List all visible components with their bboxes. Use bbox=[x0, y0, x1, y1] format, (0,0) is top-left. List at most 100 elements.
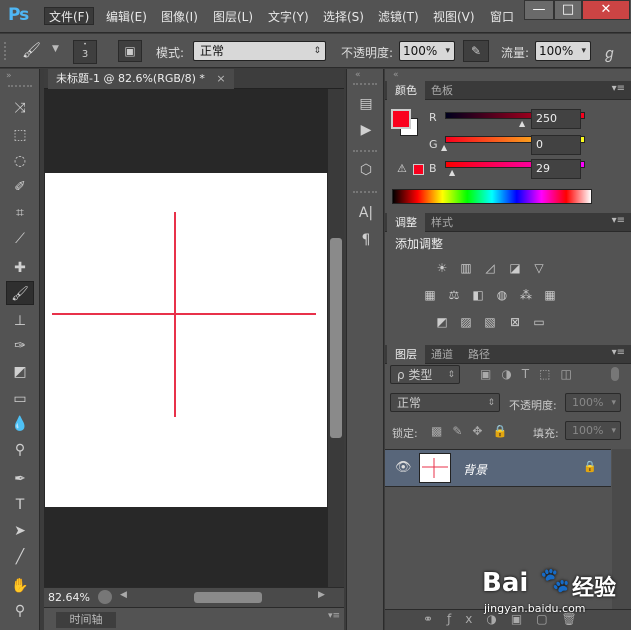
pen-tool-icon[interactable]: ✒ bbox=[6, 467, 34, 491]
maximize-button[interactable]: □ bbox=[554, 0, 582, 20]
zoom-tool-icon[interactable]: ⚲ bbox=[6, 599, 34, 623]
panel-menu-icon[interactable]: ▾≡ bbox=[612, 347, 625, 358]
history-brush-tool-icon[interactable]: ✑ bbox=[6, 334, 34, 358]
selective-color-icon[interactable]: ⊠ bbox=[506, 314, 524, 330]
3d-panel-icon[interactable]: ⬡ bbox=[352, 159, 380, 181]
tab-swatches[interactable]: 色板 bbox=[423, 81, 461, 100]
vibrance-icon[interactable]: ▽ bbox=[530, 260, 548, 276]
blur-tool-icon[interactable]: 💧 bbox=[6, 412, 34, 436]
menu-window[interactable]: 窗口 bbox=[490, 8, 514, 26]
menu-select[interactable]: 选择(S) bbox=[323, 8, 364, 26]
brush-tool-icon[interactable]: 🖌 bbox=[6, 281, 34, 305]
gamut-color-swatch[interactable] bbox=[413, 164, 424, 175]
paragraph-panel-icon[interactable]: ¶ bbox=[352, 229, 380, 251]
brush-size-picker[interactable]: • 3 bbox=[73, 40, 97, 64]
tab-adjustments[interactable]: 调整 bbox=[387, 213, 425, 232]
layer-name[interactable]: 背景 bbox=[463, 461, 487, 478]
canvas[interactable] bbox=[45, 173, 327, 507]
path-select-tool-icon[interactable]: ➤ bbox=[6, 519, 34, 543]
posterize-icon[interactable]: ▨ bbox=[457, 314, 475, 330]
lock-icons[interactable]: ▩✎✥🔒 bbox=[431, 424, 517, 438]
channel-mixer-icon[interactable]: ⁂ bbox=[517, 287, 535, 303]
layer-row[interactable]: 👁 背景 🔒 bbox=[385, 449, 611, 487]
menu-edit[interactable]: 编辑(E) bbox=[106, 8, 147, 26]
menu-type[interactable]: 文字(Y) bbox=[268, 8, 309, 26]
collapse-icon[interactable]: « bbox=[393, 70, 399, 80]
black-white-icon[interactable]: ◧ bbox=[469, 287, 487, 303]
crop-tool-icon[interactable]: ⌗ bbox=[6, 201, 34, 225]
color-lookup-icon[interactable]: ▦ bbox=[541, 287, 559, 303]
document-tab[interactable]: 未标题-1 @ 82.6%(RGB/8) * × bbox=[48, 69, 234, 89]
collapse-icon[interactable]: » bbox=[6, 71, 12, 81]
g-slider-thumb[interactable]: ▲ bbox=[441, 143, 447, 152]
gradient-tool-icon[interactable]: ▭ bbox=[6, 387, 34, 411]
collapse-icon[interactable]: « bbox=[355, 70, 361, 80]
tab-paths[interactable]: 路径 bbox=[460, 345, 498, 364]
curves-icon[interactable]: ◿ bbox=[481, 260, 499, 276]
tab-styles[interactable]: 样式 bbox=[423, 213, 461, 232]
hue-saturation-icon[interactable]: ▦ bbox=[421, 287, 439, 303]
photo-filter-icon[interactable]: ◍ bbox=[493, 287, 511, 303]
menu-file[interactable]: 文件(F) bbox=[44, 7, 95, 25]
marquee-tool-icon[interactable]: ⬚ bbox=[6, 123, 34, 147]
brightness-icon[interactable]: ☀ bbox=[433, 260, 451, 276]
scroll-left-icon[interactable]: ◀ bbox=[120, 590, 127, 600]
color-spectrum-ramp[interactable] bbox=[392, 189, 592, 204]
tab-channels[interactable]: 通道 bbox=[423, 345, 461, 364]
eye-icon[interactable]: 👁 bbox=[395, 460, 412, 475]
chevron-down-icon[interactable]: ▼ bbox=[52, 44, 59, 54]
pressure-opacity-icon[interactable]: ✎ bbox=[463, 40, 489, 62]
layer-opacity-input[interactable]: 100% ▾ bbox=[565, 393, 621, 412]
history-panel-icon[interactable]: ▤ bbox=[352, 93, 380, 115]
actions-panel-icon[interactable]: ▶ bbox=[352, 119, 380, 141]
tab-color[interactable]: 颜色 bbox=[387, 81, 425, 100]
brush-tool-icon[interactable]: 🖌 bbox=[22, 41, 41, 59]
status-info-icon[interactable] bbox=[98, 590, 112, 604]
foreground-color-swatch[interactable] bbox=[391, 109, 411, 129]
move-tool-icon[interactable]: ⤨ bbox=[6, 96, 34, 120]
invert-icon[interactable]: ◩ bbox=[433, 314, 451, 330]
b-input[interactable]: 29 bbox=[531, 159, 581, 179]
clone-stamp-tool-icon[interactable]: ⊥ bbox=[6, 309, 34, 333]
threshold-icon[interactable]: ▧ bbox=[481, 314, 499, 330]
dodge-tool-icon[interactable]: ⚲ bbox=[6, 438, 34, 462]
airbrush-icon[interactable]: ℊ bbox=[602, 42, 617, 63]
layer-filter-select[interactable]: ρ 类型 ⇕ bbox=[390, 365, 460, 384]
layer-filter-icons[interactable]: ▣◑T⬚◫ bbox=[480, 367, 582, 381]
eyedropper-tool-icon[interactable]: ⟋ bbox=[6, 227, 34, 251]
quick-select-tool-icon[interactable]: ✐ bbox=[6, 175, 34, 199]
menu-image[interactable]: 图像(I) bbox=[161, 8, 198, 26]
line-tool-icon[interactable]: ╱ bbox=[6, 545, 34, 569]
gamut-warning-icon[interactable]: ⚠ bbox=[397, 162, 407, 175]
tab-layers[interactable]: 图层 bbox=[387, 345, 425, 364]
horizontal-scroll-thumb[interactable] bbox=[194, 592, 262, 603]
minimize-button[interactable]: — bbox=[524, 0, 554, 20]
opacity-input[interactable]: 100% ▾ bbox=[399, 41, 455, 61]
filter-toggle[interactable] bbox=[611, 367, 619, 381]
menu-filter[interactable]: 滤镜(T) bbox=[378, 8, 419, 26]
r-input[interactable]: 250 bbox=[531, 109, 581, 129]
mode-select[interactable]: 正常 ⇕ bbox=[193, 41, 326, 61]
blend-mode-select[interactable]: 正常 ⇕ bbox=[390, 393, 500, 412]
gradient-map-icon[interactable]: ▭ bbox=[530, 314, 548, 330]
eraser-tool-icon[interactable]: ◩ bbox=[6, 360, 34, 384]
panel-menu-icon[interactable]: ▾≡ bbox=[612, 83, 625, 94]
close-tab-icon[interactable]: × bbox=[216, 72, 225, 85]
close-button[interactable]: ✕ bbox=[582, 0, 630, 20]
fill-input[interactable]: 100% ▾ bbox=[565, 421, 621, 440]
timeline-tab[interactable]: 时间轴 bbox=[56, 612, 116, 628]
panel-menu-icon[interactable]: ▾≡ bbox=[612, 215, 625, 226]
vertical-scroll-thumb[interactable] bbox=[330, 238, 342, 438]
color-balance-icon[interactable]: ⚖ bbox=[445, 287, 463, 303]
levels-icon[interactable]: ▥ bbox=[457, 260, 475, 276]
character-panel-icon[interactable]: A| bbox=[352, 202, 380, 224]
panel-menu-icon[interactable]: ▾≡ bbox=[328, 611, 340, 621]
brush-panel-icon[interactable]: ▣ bbox=[118, 40, 142, 62]
exposure-icon[interactable]: ◪ bbox=[506, 260, 524, 276]
healing-brush-tool-icon[interactable]: ✚ bbox=[6, 256, 34, 280]
b-slider-thumb[interactable]: ▲ bbox=[449, 168, 455, 177]
lasso-tool-icon[interactable]: ◌ bbox=[6, 149, 34, 173]
zoom-level[interactable]: 82.64% bbox=[48, 591, 90, 604]
menu-view[interactable]: 视图(V) bbox=[433, 8, 475, 26]
hand-tool-icon[interactable]: ✋ bbox=[6, 574, 34, 598]
